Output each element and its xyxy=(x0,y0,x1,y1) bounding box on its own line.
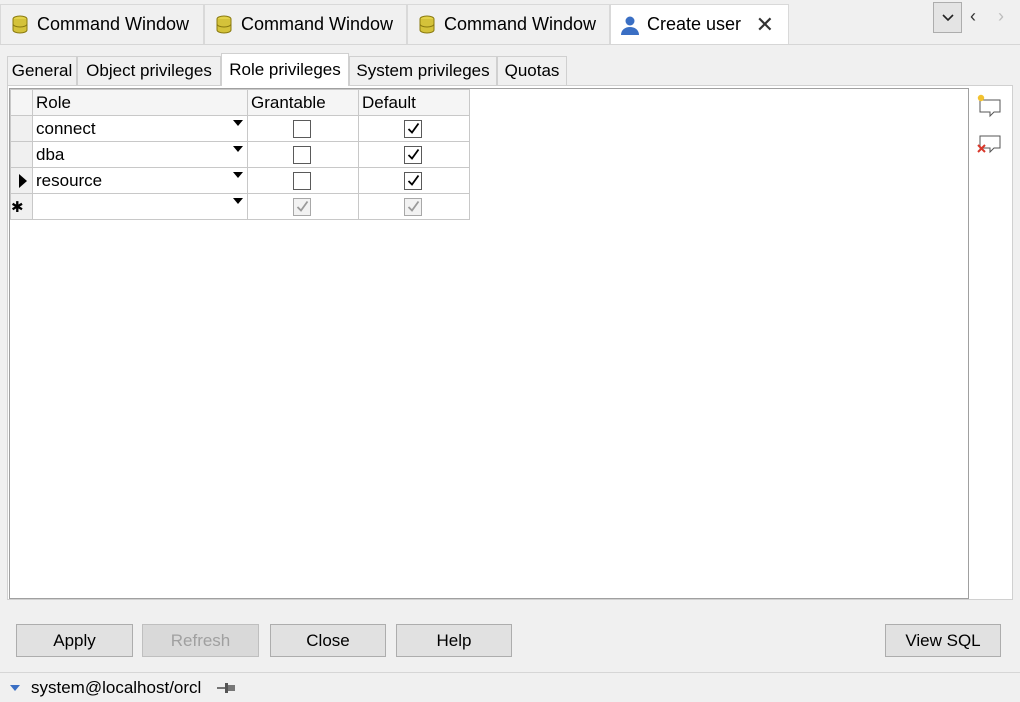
new-row-asterisk-icon: ✱ xyxy=(11,198,24,216)
tab-system-privileges[interactable]: System privileges xyxy=(349,56,497,85)
role-cell[interactable]: connect xyxy=(32,115,248,142)
grid-header-row: Role Grantable Default xyxy=(10,89,470,116)
grantable-checkbox[interactable] xyxy=(293,172,311,190)
grantable-checkbox[interactable] xyxy=(293,198,311,216)
tab-object-privileges[interactable]: Object privileges xyxy=(77,56,221,85)
add-record-icon xyxy=(977,94,1001,118)
doc-tab-label: Create user xyxy=(647,14,742,34)
doc-tab-command-window-1[interactable]: Command Window xyxy=(0,4,204,44)
delete-record-icon xyxy=(977,135,1001,154)
doc-tab-command-window-3[interactable]: Command Window xyxy=(407,4,610,44)
row-indicator-header xyxy=(10,89,33,116)
apply-button[interactable]: Apply xyxy=(16,624,133,657)
pin-icon[interactable] xyxy=(215,681,237,695)
default-checkbox[interactable] xyxy=(404,172,422,190)
role-grid-table: Role Grantable Default connect dba resou… xyxy=(10,89,470,220)
doc-tab-label: Command Window xyxy=(37,14,190,34)
default-cell xyxy=(358,193,470,220)
document-tab-bar: Command Window Command Window Command Wi… xyxy=(0,0,1020,45)
default-checkbox[interactable] xyxy=(404,198,422,216)
table-row[interactable]: dba xyxy=(10,141,470,168)
doc-tab-command-window-2[interactable]: Command Window xyxy=(204,4,407,44)
chevron-down-icon xyxy=(941,13,954,21)
connection-dropdown-icon[interactable] xyxy=(9,683,21,693)
database-icon xyxy=(419,15,435,34)
checkmark-icon xyxy=(407,174,420,186)
close-button[interactable]: Close xyxy=(270,624,386,657)
grantable-checkbox[interactable] xyxy=(293,120,311,138)
connection-label: system@localhost/orcl xyxy=(31,677,202,697)
row-indicator[interactable]: ✱ xyxy=(10,193,33,220)
database-icon xyxy=(12,15,28,34)
scroll-tabs-left-icon[interactable]: ‹ xyxy=(970,6,976,27)
checkmark-icon xyxy=(407,148,420,160)
tab-general[interactable]: General xyxy=(7,56,77,85)
column-header-default[interactable]: Default xyxy=(358,89,470,116)
tab-quotas[interactable]: Quotas xyxy=(497,56,567,85)
delete-record-button[interactable] xyxy=(976,130,1004,158)
dropdown-arrow-icon[interactable] xyxy=(233,146,243,152)
close-icon[interactable]: ✕ xyxy=(756,12,774,38)
column-header-grantable[interactable]: Grantable xyxy=(247,89,359,116)
default-cell xyxy=(358,115,470,142)
help-button[interactable]: Help xyxy=(396,624,512,657)
database-icon xyxy=(216,15,232,34)
checkmark-icon xyxy=(296,200,309,212)
new-row[interactable]: ✱ xyxy=(10,193,470,220)
doc-tab-label: Command Window xyxy=(241,14,394,34)
grantable-cell xyxy=(247,115,359,142)
user-icon xyxy=(621,16,639,35)
add-record-button[interactable] xyxy=(976,92,1004,120)
column-header-role[interactable]: Role xyxy=(32,89,248,116)
role-privileges-panel: Role Grantable Default connect dba resou… xyxy=(7,85,1013,600)
tab-list-dropdown-button[interactable] xyxy=(933,2,962,33)
grantable-cell xyxy=(247,193,359,220)
dropdown-arrow-icon[interactable] xyxy=(233,172,243,178)
table-row[interactable]: connect xyxy=(10,115,470,142)
table-row[interactable]: resource xyxy=(10,167,470,194)
default-checkbox[interactable] xyxy=(404,120,422,138)
row-indicator[interactable] xyxy=(10,115,33,142)
role-cell[interactable] xyxy=(32,193,248,220)
tab-role-privileges[interactable]: Role privileges xyxy=(221,53,349,86)
status-bar: system@localhost/orcl xyxy=(0,672,1020,702)
checkmark-icon xyxy=(407,122,420,134)
current-row-arrow-icon xyxy=(19,174,27,188)
default-checkbox[interactable] xyxy=(404,146,422,164)
role-privileges-grid[interactable]: Role Grantable Default connect dba resou… xyxy=(9,88,969,599)
grantable-cell xyxy=(247,141,359,168)
scroll-tabs-right-icon[interactable]: › xyxy=(998,6,1004,27)
role-cell[interactable]: resource xyxy=(32,167,248,194)
refresh-button[interactable]: Refresh xyxy=(142,624,259,657)
default-cell xyxy=(358,167,470,194)
row-indicator[interactable] xyxy=(10,167,33,194)
view-sql-button[interactable]: View SQL xyxy=(885,624,1001,657)
role-cell[interactable]: dba xyxy=(32,141,248,168)
dropdown-arrow-icon[interactable] xyxy=(233,198,243,204)
grantable-checkbox[interactable] xyxy=(293,146,311,164)
dropdown-arrow-icon[interactable] xyxy=(233,120,243,126)
doc-tab-label: Command Window xyxy=(444,14,597,34)
checkmark-icon xyxy=(407,200,420,212)
grantable-cell xyxy=(247,167,359,194)
default-cell xyxy=(358,141,470,168)
doc-tab-create-user[interactable]: Create user ✕ xyxy=(610,4,789,44)
row-indicator[interactable] xyxy=(10,141,33,168)
